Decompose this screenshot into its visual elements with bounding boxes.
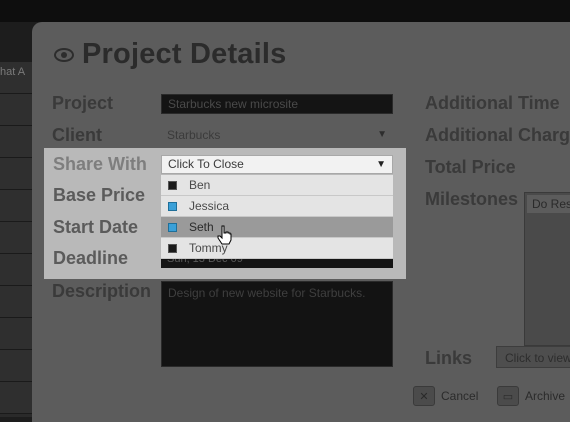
background-sidebar — [0, 62, 32, 417]
triangle-down-icon: ▼ — [377, 129, 387, 140]
share-with-label: Share With — [53, 154, 147, 174]
base-price-label: Base Price — [53, 185, 146, 205]
cancel-button[interactable]: ✕ Cancel — [413, 386, 478, 406]
share-option-ben[interactable]: Ben — [161, 175, 393, 196]
page-title: Project Details — [82, 38, 287, 70]
additional-time-label: Additional Time — [425, 93, 560, 113]
background-sidebar-text: hat A — [0, 66, 26, 78]
share-option-label: Ben — [189, 178, 211, 192]
links-view-button[interactable]: Click to view — [496, 346, 570, 368]
share-option-tommy[interactable]: Tommy — [161, 238, 393, 259]
archive-button-label: Archive — [525, 389, 566, 403]
start-date-label: Start Date — [53, 217, 139, 237]
eye-icon — [54, 47, 74, 62]
share-with-popup: Share With Base Price Start Date Deadlin… — [44, 148, 406, 279]
client-select-value: Starbucks — [167, 128, 221, 142]
close-icon: ✕ — [413, 386, 435, 406]
additional-charge-label: Additional Charg — [425, 125, 570, 145]
background-topbar — [0, 0, 570, 22]
archive-button[interactable]: ▭ Archive — [497, 386, 565, 406]
checkbox-checked-icon[interactable] — [168, 201, 177, 211]
client-label: Client — [52, 125, 103, 145]
share-option-seth[interactable]: Seth — [161, 217, 393, 238]
hand-pointer-icon — [217, 225, 232, 245]
share-with-select-value: Click To Close — [168, 157, 244, 171]
share-with-select[interactable]: Click To Close ▼ — [161, 155, 393, 174]
checkbox-icon[interactable] — [168, 180, 177, 190]
modal-header: Project Details — [54, 38, 286, 71]
cancel-button-label: Cancel — [441, 389, 479, 403]
folder-icon: ▭ — [497, 386, 519, 406]
milestones-list[interactable]: Do Res — [524, 192, 570, 346]
triangle-down-icon: ▼ — [376, 159, 386, 170]
share-option-label: Jessica — [189, 199, 230, 213]
checkbox-icon[interactable] — [168, 243, 177, 253]
description-label: Description — [52, 281, 152, 301]
links-label: Links — [425, 348, 473, 368]
milestone-item[interactable]: Do Res — [527, 195, 570, 213]
share-option-label: Seth — [189, 220, 214, 234]
deadline-label: Deadline — [53, 248, 129, 268]
milestones-label: Milestones — [425, 189, 519, 209]
project-label: Project — [52, 93, 114, 113]
project-input[interactable]: Starbucks new microsite — [161, 94, 393, 114]
total-price-label: Total Price — [425, 157, 516, 177]
checkbox-checked-icon[interactable] — [168, 222, 177, 232]
client-select[interactable]: Starbucks ▼ — [161, 125, 393, 145]
share-option-jessica[interactable]: Jessica — [161, 196, 393, 217]
share-with-options: Ben Jessica Seth Tommy — [161, 175, 393, 259]
description-textarea[interactable]: Design of new website for Starbucks. — [161, 281, 393, 367]
